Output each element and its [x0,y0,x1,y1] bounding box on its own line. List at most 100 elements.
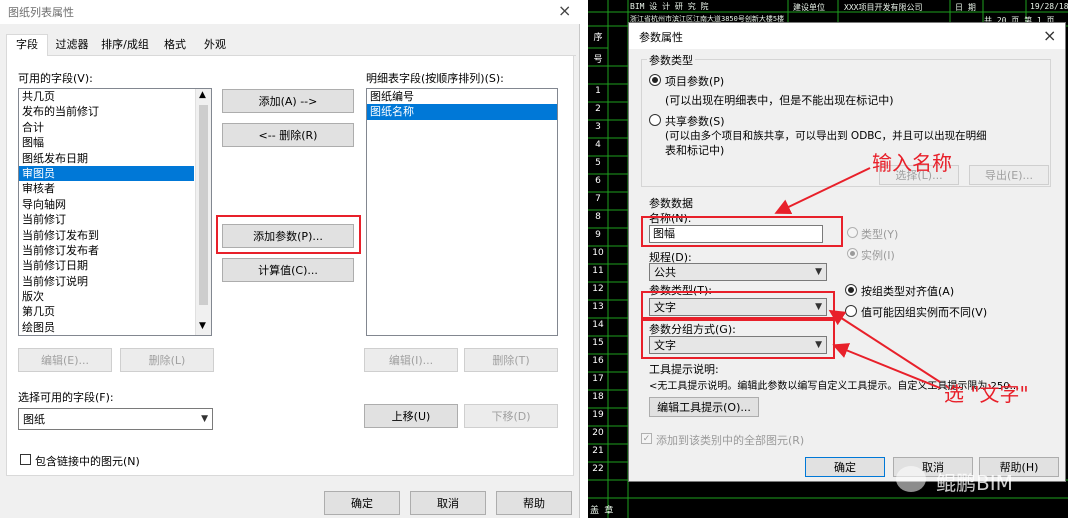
tab-filter-label: 过滤器 [55,38,89,51]
add-parameter-button[interactable]: 添加参数(P)... [222,224,354,248]
include-linked-label: 包含链接中的图元(N) [35,455,140,468]
cad-row-number: 20 [592,428,604,438]
available-fields-label: 可用的字段(V): [18,72,93,85]
close-icon[interactable]: × [558,1,571,20]
select-from-dropdown[interactable]: 图纸 ▼ [18,408,213,430]
list-item[interactable]: 绘图员 [19,320,194,335]
list-item[interactable]: 图纸编号 [367,89,557,104]
cad-row-number: 2 [595,104,601,114]
cad-row-number: 3 [595,122,601,132]
discipline-value: 公共 [654,266,676,279]
param-close-icon[interactable]: × [1043,26,1056,45]
tab-fields-label: 字段 [16,38,38,51]
param-ok-button[interactable]: 确定 [805,457,885,477]
list-item[interactable]: 导向轴网 [19,197,194,212]
remove-field-button[interactable]: <-- 删除(R) [222,123,354,147]
list-item[interactable]: 图纸发布日期 [19,151,194,166]
list-item[interactable]: 共几页 [19,89,194,104]
scroll-down-icon[interactable]: ▼ [199,321,206,331]
tab-filter[interactable]: 过滤器 [50,36,94,56]
tab-strip: 字段 过滤器 排序/成组 格式 外观 [6,34,576,57]
list-item[interactable]: 当前修订发布者 [19,243,194,258]
scroll-thumb[interactable] [199,105,208,305]
list-item[interactable]: 发布的当前修订 [19,104,194,119]
vary-group-radio[interactable] [845,305,857,317]
list-item[interactable]: 图纸名称 [367,104,557,120]
instance-radio-label: 实例(I) [861,249,895,262]
list-item[interactable]: 第几页 [19,304,194,319]
list-item[interactable]: 当前修订日期 [19,258,194,273]
param-title-bar: 参数属性 × [629,23,1065,49]
shared-param-radio[interactable] [649,114,661,126]
cad-header-owner: XXX项目开发有限公司 [844,3,923,12]
discipline-dropdown[interactable]: 公共 ▼ [649,263,827,281]
calculated-value-button[interactable]: 计算值(C)... [222,258,354,282]
param-type-dropdown[interactable]: 文字 ▼ [649,298,827,316]
list-item[interactable]: 图幅 [19,135,194,150]
edit-field-button[interactable]: 编辑(E)... [18,348,112,372]
align-group-radio[interactable] [845,284,857,296]
name-field-label: 名称(N): [649,212,692,225]
edit-schedule-field-button[interactable]: 编辑(I)... [364,348,458,372]
name-field-value: 图幅 [653,227,675,240]
instance-radio-dot [850,251,855,256]
name-field[interactable]: 图幅 [649,225,823,243]
scroll-up-icon[interactable]: ▲ [199,90,206,100]
cad-footer-stamp: 盖 章 [590,506,614,516]
include-linked-checkbox[interactable] [20,454,31,465]
help-button[interactable]: 帮助 [496,491,572,515]
cad-row-number: 14 [592,320,604,330]
cad-row-number: 13 [592,302,604,312]
shared-param-desc-2: 表和标记中) [665,144,725,157]
group-param-dropdown[interactable]: 文字 ▼ [649,336,827,354]
move-up-button[interactable]: 上移(U) [364,404,458,428]
list-item[interactable]: 版次 [19,289,194,304]
list-item[interactable]: 合计 [19,120,194,135]
align-group-label: 按组类型对齐值(A) [861,285,955,298]
export-shared-button[interactable]: 导出(E)... [969,165,1049,185]
cad-row-number: 19 [592,410,604,420]
tab-appearance[interactable]: 外观 [196,36,234,56]
delete-schedule-field-button[interactable]: 删除(T) [464,348,558,372]
dialog-title: 图纸列表属性 [8,6,74,19]
delete-field-button[interactable]: 删除(L) [120,348,214,372]
available-fields-list[interactable]: 共几页 发布的当前修订 合计 图幅 图纸发布日期 审图员 审核者 导向轴网 当前修订 当前修订发布… [18,88,212,336]
add-all-checkbox[interactable]: ✓ [641,433,652,444]
instance-radio[interactable] [847,248,858,259]
cad-header-date-label: 日 期 [955,3,976,12]
annotation-select-text: 选 "文字" [944,382,1029,406]
type-radio[interactable] [847,227,858,238]
cad-row-number: 9 [595,230,601,240]
param-dialog-title: 参数属性 [639,31,683,44]
chevron-down-icon: ▼ [815,340,822,350]
title-bar: 图纸列表属性 × [0,0,580,24]
tab-sort-label: 排序/成组 [101,38,149,51]
schedule-fields-list[interactable]: 图纸编号 图纸名称 [366,88,558,336]
tab-format[interactable]: 格式 [156,36,194,56]
cad-header-org: BIM 设 计 研 究 院 [630,2,709,11]
cad-row-number: 21 [592,446,604,456]
cad-row-number: 22 [592,464,604,474]
project-param-radio[interactable] [649,74,661,86]
tab-fields[interactable]: 字段 [6,34,48,57]
cad-header-date: 19/28/18 [1030,2,1068,11]
cancel-button[interactable]: 取消 [410,491,486,515]
param-data-group-title: 参数数据 [649,197,693,210]
add-field-button[interactable]: 添加(A) --> [222,89,354,113]
tab-sort-group[interactable]: 排序/成组 [94,36,156,56]
list-item[interactable]: 审图员 [19,165,194,182]
list-item[interactable]: 审核者 [19,181,194,196]
watermark: 鲲鹏BIM [896,462,1066,502]
move-down-button[interactable]: 下移(D) [464,404,558,428]
list-item[interactable]: 当前修订 [19,212,194,227]
cad-row-number: 5 [595,158,601,168]
param-type-group-title: 参数类型 [647,52,695,68]
group-param-label: 参数分组方式(G): [649,323,736,336]
list-item[interactable]: 当前修订发布到 [19,228,194,243]
ok-button[interactable]: 确定 [324,491,400,515]
edit-tooltip-button[interactable]: 编辑工具提示(O)... [649,397,759,417]
list-scrollbar[interactable]: ▲ ▼ [195,89,211,335]
tab-appearance-label: 外观 [204,38,226,51]
vary-group-label: 值可能因组实例而不同(V) [861,306,988,319]
list-item[interactable]: 当前修订说明 [19,274,194,289]
